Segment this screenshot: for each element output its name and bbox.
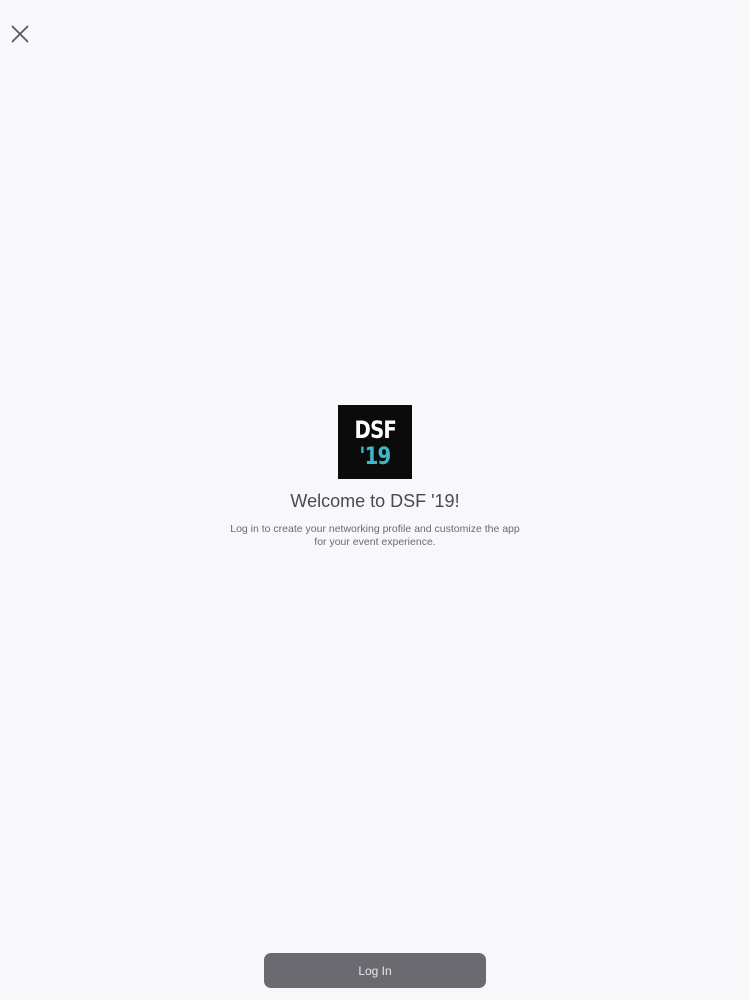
logo-text-dsf: DSF bbox=[354, 416, 396, 444]
logo-text-year: '19 bbox=[359, 442, 392, 470]
login-button[interactable]: Log In bbox=[264, 953, 486, 988]
close-icon bbox=[11, 25, 29, 43]
close-button[interactable] bbox=[6, 20, 34, 48]
login-screen: DSF '19 Welcome to DSF '19! Log in to cr… bbox=[0, 0, 750, 1000]
welcome-description: Log in to create your networking profile… bbox=[230, 523, 520, 548]
event-logo: DSF '19 bbox=[338, 405, 412, 479]
welcome-title: Welcome to DSF '19! bbox=[290, 491, 460, 511]
